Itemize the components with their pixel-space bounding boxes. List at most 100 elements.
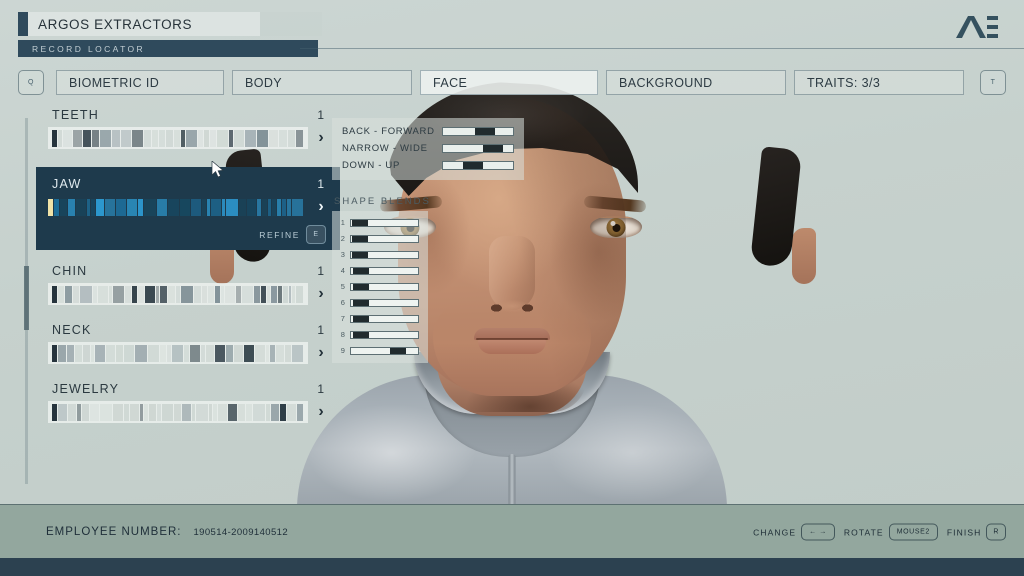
- ribbon-segment[interactable]: [208, 285, 215, 303]
- feature-value-bar[interactable]: ›: [48, 196, 328, 218]
- ribbon-segment[interactable]: [124, 344, 135, 362]
- ribbon-segment[interactable]: [284, 344, 291, 362]
- shape-blend-slider[interactable]: [349, 250, 419, 259]
- ribbon-segment[interactable]: [167, 198, 179, 216]
- ribbon-segment[interactable]: [113, 285, 125, 303]
- axis-slider-knob[interactable]: [483, 145, 504, 152]
- ribbon-segment[interactable]: [96, 198, 104, 216]
- ribbon-segment[interactable]: [242, 285, 254, 303]
- refine-action[interactable]: REFINE E: [48, 218, 328, 244]
- shape-blend-row[interactable]: 8: [339, 330, 419, 339]
- ribbon-segment[interactable]: [213, 403, 217, 421]
- ribbon-segment[interactable]: [175, 285, 181, 303]
- ribbon-segment[interactable]: [72, 129, 83, 147]
- ribbon-segment[interactable]: [179, 198, 191, 216]
- ribbon-segment[interactable]: [83, 129, 91, 147]
- ribbon-segment[interactable]: [63, 129, 72, 147]
- ribbon-segment[interactable]: [58, 285, 65, 303]
- ribbon-segment[interactable]: [272, 198, 276, 216]
- ribbon-segment[interactable]: [226, 198, 239, 216]
- chevron-right-icon[interactable]: ›: [314, 404, 328, 420]
- ribbon-segment[interactable]: [239, 198, 246, 216]
- axis-slider[interactable]: [442, 144, 514, 153]
- ribbon-segment[interactable]: [270, 344, 276, 362]
- axis-slider[interactable]: [442, 127, 514, 136]
- ribbon-segment[interactable]: [217, 403, 227, 421]
- tab-face[interactable]: FACE: [420, 70, 598, 95]
- ribbon-segment[interactable]: [196, 403, 209, 421]
- chevron-right-icon[interactable]: ›: [314, 199, 328, 215]
- ribbon-segment[interactable]: [207, 198, 211, 216]
- ribbon-segment[interactable]: [191, 198, 201, 216]
- ribbon-segment[interactable]: [295, 129, 304, 147]
- ribbon-segment[interactable]: [287, 129, 295, 147]
- feature-list[interactable]: TEETH 1 › JAW 1 › REFINE E CHIN 1 › NECK 1 › JEWELRY 1 ›: [36, 108, 340, 441]
- ribbon-segment[interactable]: [152, 129, 158, 147]
- ribbon-segment[interactable]: [205, 344, 214, 362]
- ribbon-segment[interactable]: [82, 344, 91, 362]
- hint-key[interactable]: ← →: [801, 523, 835, 541]
- ribbon-segment[interactable]: [95, 344, 106, 362]
- scrollbar-thumb[interactable]: [24, 266, 29, 330]
- hint-finish[interactable]: FINISH R: [947, 523, 1006, 541]
- ribbon-segment[interactable]: [252, 403, 265, 421]
- feature-value-bar[interactable]: ›: [48, 342, 328, 364]
- shape-blend-row[interactable]: 2: [339, 234, 419, 243]
- ribbon-segment[interactable]: [185, 129, 197, 147]
- ribbon-segment[interactable]: [91, 129, 99, 147]
- ribbon-segment[interactable]: [266, 285, 271, 303]
- ribbon-segment[interactable]: [65, 285, 73, 303]
- ribbon-segment[interactable]: [262, 198, 268, 216]
- ribbon-segment[interactable]: [296, 285, 303, 303]
- ribbon-segment[interactable]: [160, 285, 168, 303]
- ribbon-segment[interactable]: [92, 285, 98, 303]
- ribbon-segment[interactable]: [296, 403, 304, 421]
- ribbon-segment[interactable]: [283, 285, 288, 303]
- ribbon-segment[interactable]: [276, 198, 281, 216]
- ribbon-segment[interactable]: [220, 285, 225, 303]
- ribbon-segment[interactable]: [167, 344, 171, 362]
- ribbon-segment[interactable]: [192, 403, 196, 421]
- ribbon-segment[interactable]: [106, 344, 116, 362]
- ribbon-segment[interactable]: [165, 129, 173, 147]
- ribbon-segment[interactable]: [149, 403, 156, 421]
- ribbon-segment[interactable]: [155, 285, 160, 303]
- ribbon-segment[interactable]: [104, 198, 116, 216]
- ribbon-segment[interactable]: [135, 344, 147, 362]
- axis-slider-row[interactable]: BACK - FORWARD: [342, 126, 514, 137]
- ribbon-segment[interactable]: [58, 344, 66, 362]
- ribbon-segment[interactable]: [66, 344, 74, 362]
- ribbon-segment[interactable]: [144, 198, 156, 216]
- ribbon-segment[interactable]: [271, 285, 277, 303]
- ribbon-segment[interactable]: [159, 344, 167, 362]
- ribbon-segment[interactable]: [74, 344, 82, 362]
- shape-blends-group[interactable]: 1 2 3 4 5 6 7 8 9: [332, 211, 428, 363]
- tab-biometric-id[interactable]: BIOMETRIC ID: [56, 70, 224, 95]
- ribbon-segment[interactable]: [215, 285, 220, 303]
- ribbon-segment[interactable]: [201, 344, 205, 362]
- shape-blend-slider[interactable]: [349, 266, 419, 275]
- ribbon-segment[interactable]: [234, 129, 244, 147]
- chevron-right-icon[interactable]: ›: [314, 286, 328, 302]
- ribbon-segment[interactable]: [197, 129, 203, 147]
- ribbon-segment[interactable]: [52, 344, 58, 362]
- ribbon-segment[interactable]: [266, 344, 270, 362]
- ribbon-segment[interactable]: [244, 344, 254, 362]
- ribbon-segment[interactable]: [234, 344, 244, 362]
- axis-slider-row[interactable]: DOWN - UP: [342, 160, 514, 171]
- ribbon-segment[interactable]: [270, 403, 280, 421]
- tab-list[interactable]: BIOMETRIC ID BODY FACE BACKGROUND TRAITS: 3/…: [56, 70, 964, 95]
- ribbon-segment[interactable]: [68, 403, 76, 421]
- ribbon-segment[interactable]: [291, 344, 304, 362]
- feature-row-jaw[interactable]: JAW 1 › REFINE E: [36, 161, 340, 250]
- hint-key[interactable]: R: [986, 523, 1006, 541]
- feature-ribbon[interactable]: [48, 401, 308, 423]
- ribbon-segment[interactable]: [126, 198, 137, 216]
- axis-slider-knob[interactable]: [474, 128, 495, 135]
- feature-ribbon[interactable]: [48, 342, 308, 364]
- ribbon-segment[interactable]: [130, 403, 139, 421]
- ribbon-segment[interactable]: [246, 198, 257, 216]
- ribbon-segment[interactable]: [265, 403, 270, 421]
- ribbon-segment[interactable]: [54, 198, 60, 216]
- axis-slider-knob[interactable]: [463, 162, 484, 169]
